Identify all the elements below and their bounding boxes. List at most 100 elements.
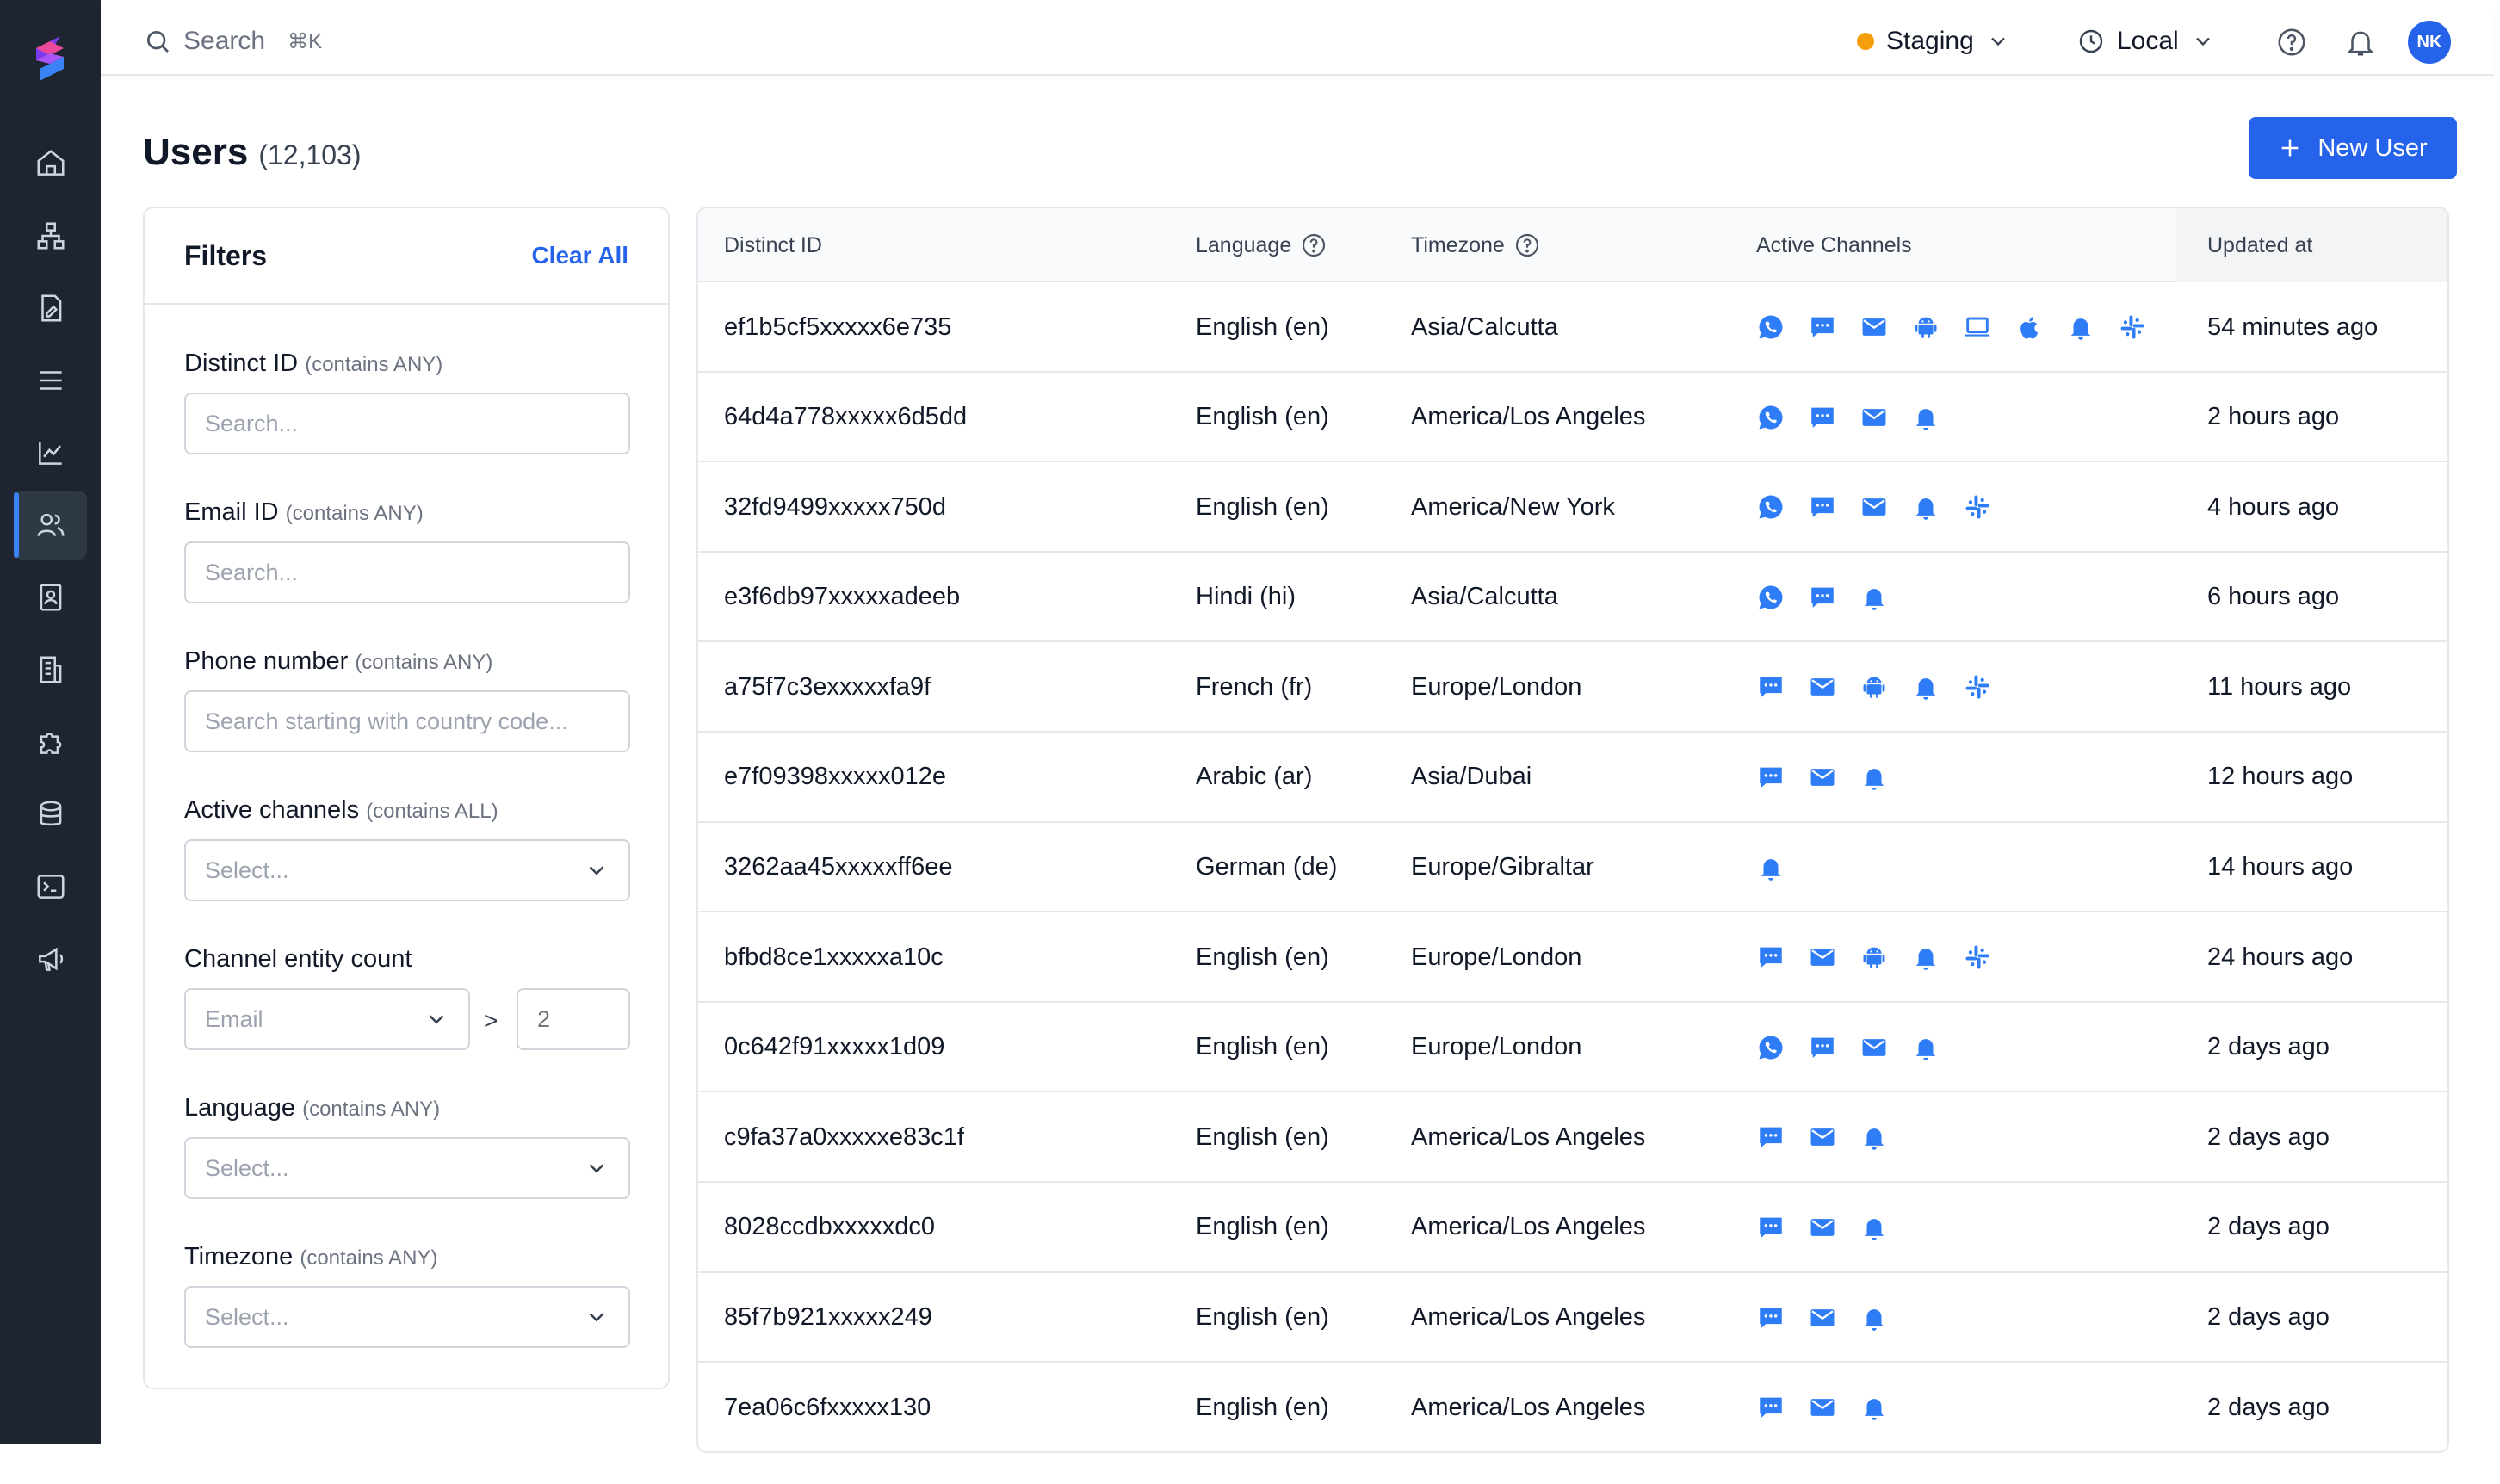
distinct-id-label: Distinct ID (contains ANY) [184,349,442,378]
email-id-input[interactable] [184,541,630,603]
inbox-channel-icon [2066,312,2095,342]
sidebar-item-templates[interactable] [14,274,87,343]
cell-language: English (en) [1196,312,1329,341]
distinct-id-label-text: Distinct ID [184,349,299,377]
building-icon [40,656,61,683]
email-channel-icon [1860,403,1889,432]
table-row[interactable]: 7ea06c6fxxxxx130 English (en) America/Los … [698,1363,2447,1451]
sidebar-item-analytics[interactable] [14,418,87,487]
plus-icon [2282,139,2299,157]
cell-active-channels [1756,912,1992,1002]
cell-timezone: Europe/London [1411,1033,1582,1061]
table-row[interactable]: ef1b5cf5xxxxx6e735 English (en) Asia/Calcu… [698,282,2447,373]
table-row[interactable]: a75f7c3exxxxxfa9f French (fr) Europe/Londo… [698,642,2447,733]
bell-icon[interactable] [2344,26,2377,59]
puzzle-icon [40,733,61,754]
cell-language: English (en) [1196,1122,1329,1151]
cell-active-channels [1756,462,1992,552]
sidebar-item-contacts[interactable] [14,563,87,632]
filters-header: Filters Clear All [145,208,668,305]
table-row[interactable]: 85f7b921xxxxx249 English (en) America/Los … [698,1273,2447,1363]
help-icon[interactable] [1513,232,1541,259]
cell-active-channels [1756,553,1889,642]
header-language-text: Language [1196,232,1292,257]
global-search[interactable]: Search ⌘K [144,24,322,59]
cell-timezone: Europe/Gibraltar [1411,853,1594,881]
cell-distinct-id: a75f7c3exxxxxfa9f [724,672,931,701]
header-distinct-id-text: Distinct ID [724,232,822,257]
page-title-text: Users [143,131,249,173]
cell-distinct-id: 64d4a778xxxxx6d5dd [724,403,968,431]
cell-timezone: Europe/London [1411,943,1582,971]
list-icon [39,371,62,390]
sidebar-item-workflows[interactable] [14,201,87,270]
cell-active-channels [1756,1273,1889,1363]
email-channel-icon [1808,1393,1837,1422]
header-timezone[interactable]: Timezone [1411,208,1541,282]
email-channel-icon [1808,763,1837,792]
environment-selector[interactable]: Staging [1857,22,2010,60]
phone-input[interactable] [184,690,630,752]
cell-active-channels [1756,373,1940,462]
sidebar-item-developers[interactable] [14,852,87,921]
table-row[interactable]: 64d4a778xxxxx6d5dd English (en) America/Lo… [698,373,2447,463]
chevron-down-icon [1990,37,2005,46]
table-row[interactable]: bfbd8ce1xxxxxa10c English (en) Europe/Lond… [698,912,2447,1003]
entity-count-operator: > [484,1007,498,1034]
cell-language: English (en) [1196,943,1329,971]
cell-updated-at: 14 hours ago [2207,853,2354,881]
sidebar-item-integrations[interactable] [14,708,87,776]
table-row[interactable]: 8028ccdbxxxxxdc0 English (en) America/Los … [698,1183,2447,1273]
language-select[interactable]: Select... [184,1137,630,1199]
table-row[interactable]: 3262aa45xxxxxff6ee German (de) Europe/Gibr… [698,823,2447,913]
android-channel-icon [1860,943,1889,972]
help-icon[interactable] [2275,26,2308,59]
distinct-id-hint: (contains ANY) [305,353,443,376]
sidebar-item-users[interactable] [14,491,87,560]
timezone-selector[interactable]: Local [2077,22,2215,60]
distinct-id-input[interactable] [184,393,630,454]
active-channels-select[interactable]: Select... [184,839,630,901]
entity-channel-select[interactable]: Email [184,988,470,1050]
sidebar-item-home[interactable] [14,129,87,198]
active-channels-label: Active channels (contains ALL) [184,796,498,825]
whatsapp-channel-icon [1756,403,1785,432]
sidebar-item-broadcast[interactable] [14,924,87,993]
email-channel-icon [1808,1122,1837,1152]
timezone-filter-select[interactable]: Select... [184,1286,630,1348]
new-user-button[interactable]: New User [2249,117,2457,179]
header-updated-at[interactable]: Updated at [2207,208,2312,282]
cell-language: Arabic (ar) [1196,763,1313,791]
cell-distinct-id: 85f7b921xxxxx249 [724,1303,932,1332]
inbox-channel-icon [1756,853,1785,882]
cell-distinct-id: bfbd8ce1xxxxxa10c [724,943,944,971]
header-language[interactable]: Language [1196,208,1327,282]
cell-updated-at: 11 hours ago [2207,672,2352,701]
clear-all-link[interactable]: Clear All [531,242,628,269]
web-channel-icon [1963,312,1992,342]
sidebar-item-database[interactable] [14,780,87,849]
phone-hint: (contains ANY) [355,651,493,674]
inbox-channel-icon [1911,1033,1940,1062]
timezone-filter-label: Timezone (contains ANY) [184,1243,437,1271]
help-icon[interactable] [1300,232,1327,259]
cell-active-channels [1756,282,2147,372]
table-body: ef1b5cf5xxxxx6e735 English (en) Asia/Calcu… [698,282,2447,1451]
sidebar-item-logs[interactable] [14,346,87,415]
user-avatar[interactable]: NK [2408,21,2451,64]
table-row[interactable]: e7f09398xxxxx012e Arabic (ar) Asia/Dubai 12… [698,733,2447,823]
table-row[interactable]: 0c642f91xxxxx1d09 English (en) Europe/Lond… [698,1003,2447,1093]
sms-channel-icon [1756,1122,1785,1152]
table-row[interactable]: e3f6db97xxxxxadeeb Hindi (hi) Asia/Calcutt… [698,553,2447,643]
cell-language: English (en) [1196,1033,1329,1061]
table-row[interactable]: c9fa37a0xxxxxe83c1f English (en) America/L… [698,1092,2447,1183]
table-row[interactable]: 32fd9499xxxxx750d English (en) America/New… [698,462,2447,553]
users-icon [36,513,65,537]
entity-count-input[interactable] [517,988,630,1050]
email-channel-icon [1860,492,1889,522]
sidebar-item-tenants[interactable] [14,635,87,704]
sms-channel-icon [1756,763,1785,792]
header-distinct-id[interactable]: Distinct ID [724,208,822,282]
app-logo-icon[interactable] [26,33,74,84]
document-edit-icon [40,294,61,322]
